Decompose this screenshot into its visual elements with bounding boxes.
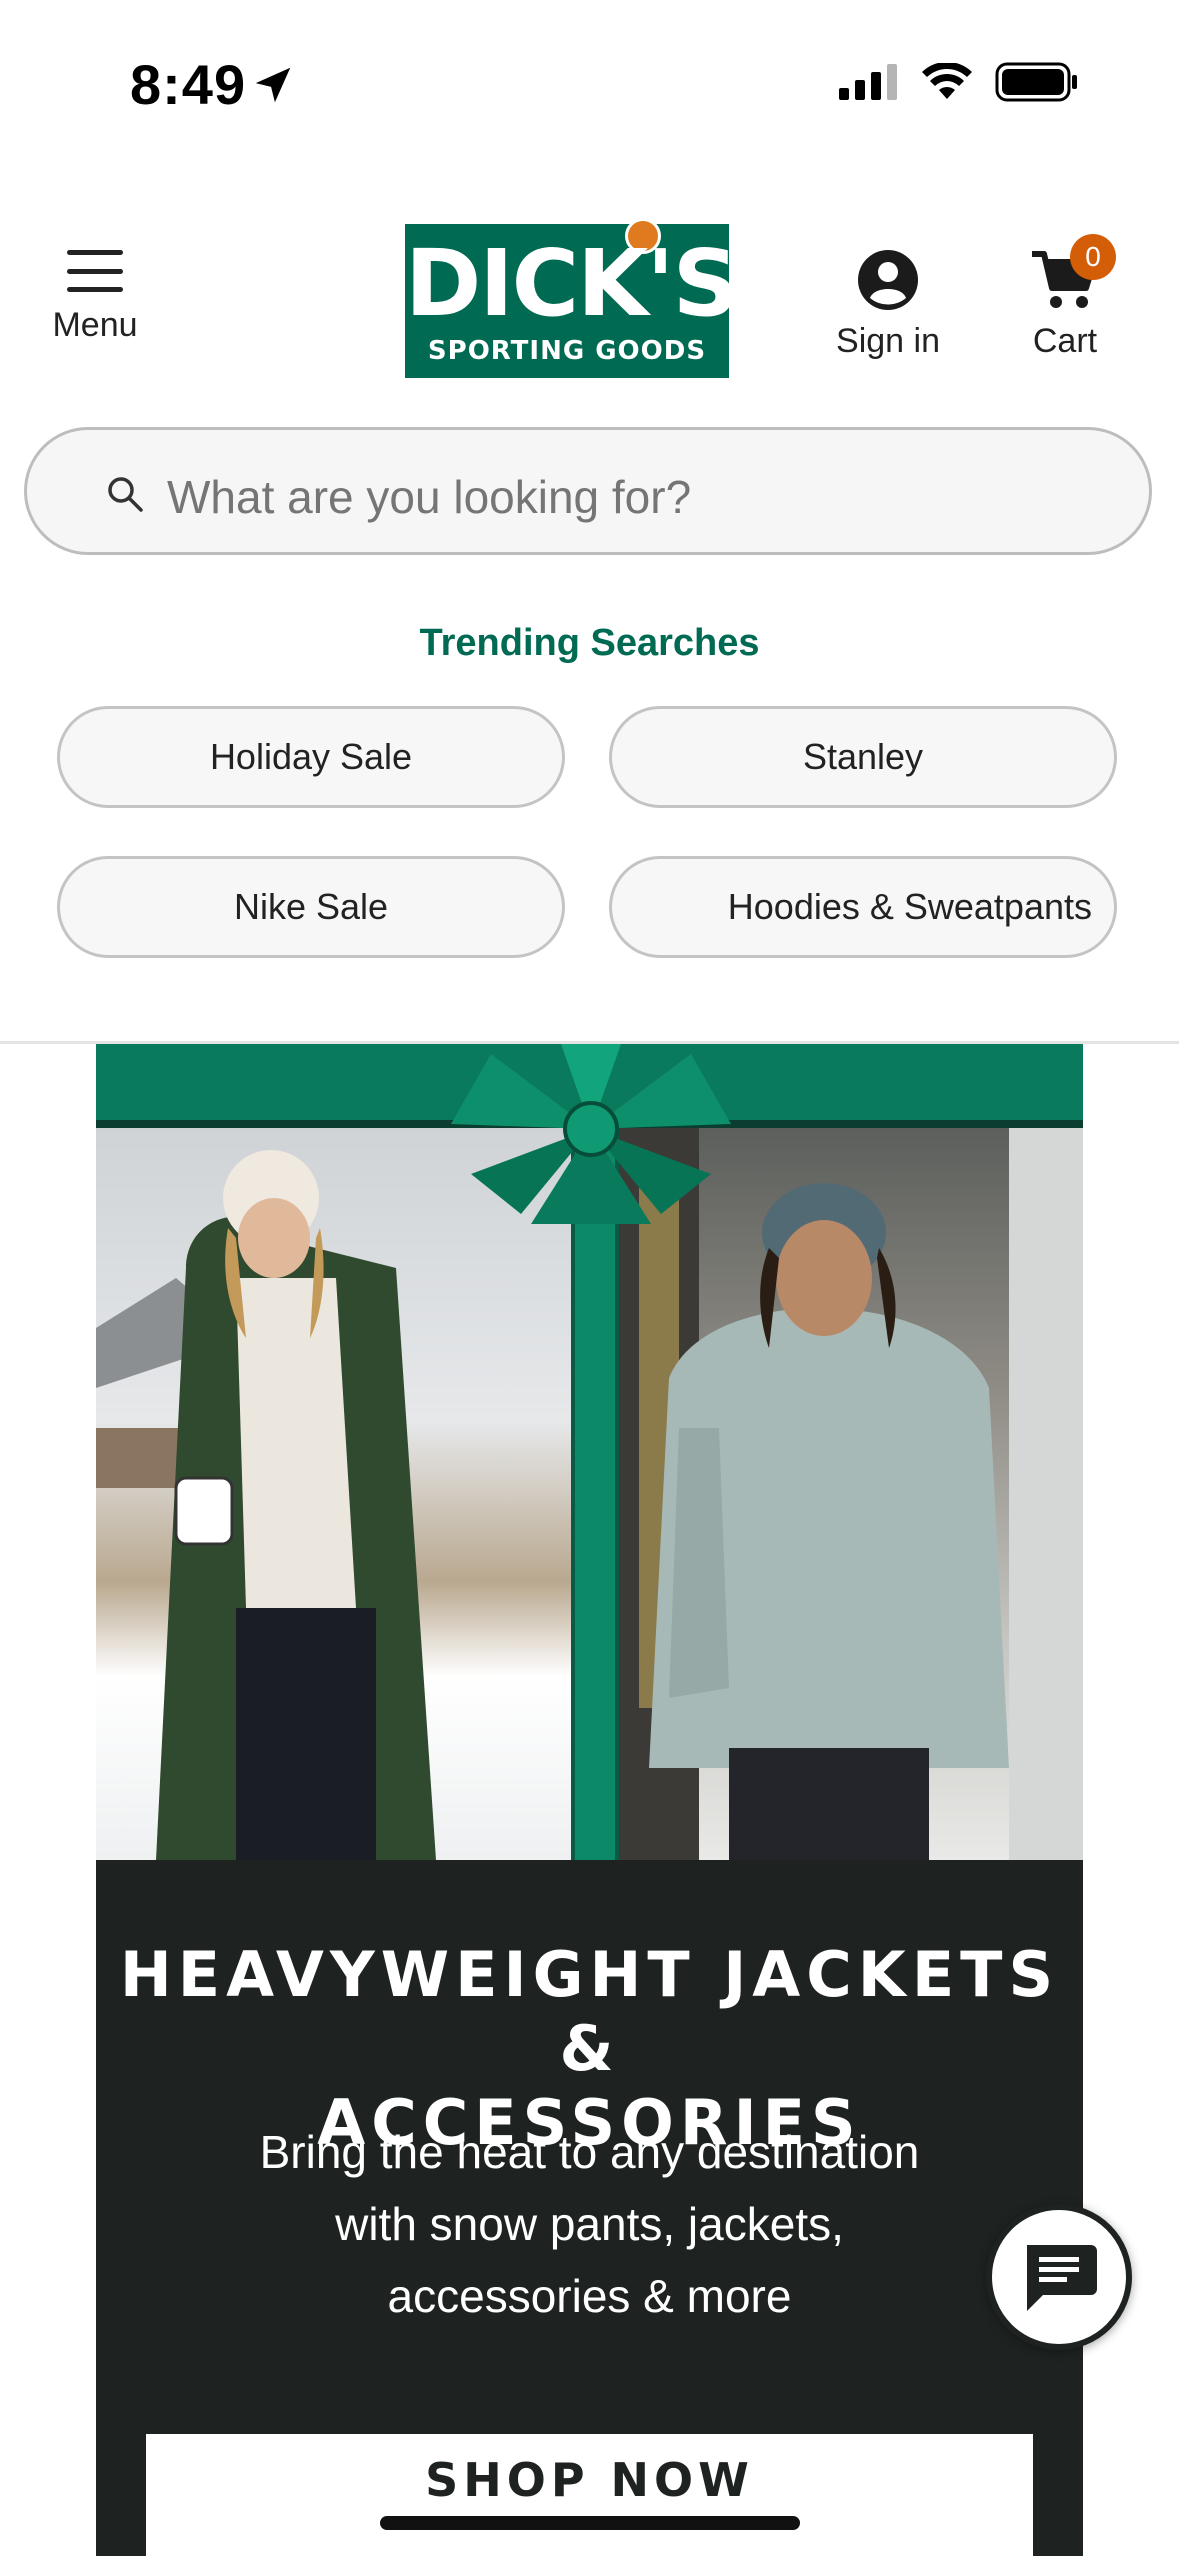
shop-now-button[interactable]: SHOP NOW — [146, 2434, 1033, 2556]
status-icons — [839, 62, 1079, 102]
account-icon — [858, 250, 918, 310]
cart-label: Cart — [1032, 322, 1098, 360]
promo-photo-man — [609, 1128, 1083, 1860]
search-placeholder: What are you looking for? — [167, 471, 692, 523]
search-icon — [108, 477, 143, 512]
hamburger-icon — [67, 250, 123, 292]
site-header: Menu DICK'S SPORTING GOODS Sign in 0 Car… — [0, 200, 1179, 410]
dicks-logo[interactable]: DICK'S SPORTING GOODS — [405, 218, 739, 378]
wifi-icon — [922, 63, 972, 99]
cellular-signal-icon — [839, 64, 897, 100]
battery-icon — [995, 62, 1077, 102]
sign-in-button[interactable]: Sign in — [818, 248, 958, 361]
cart-button[interactable]: 0 Cart — [1010, 234, 1120, 361]
promo-banner[interactable]: HEAVYWEIGHT JACKETS & ACCESSORIES Bring … — [96, 1044, 1083, 2556]
trending-chip[interactable]: Holiday Sale — [57, 706, 565, 808]
menu-button[interactable]: Menu — [40, 250, 150, 345]
status-bar: 8:49 — [0, 0, 1179, 150]
search-input[interactable]: What are you looking for? — [24, 427, 1152, 555]
status-time: 8:49 — [130, 53, 247, 116]
banner-subtext-line: accessories & more — [387, 2270, 792, 2322]
gift-ribbon — [571, 1120, 619, 1860]
promo-photo-woman — [96, 1128, 581, 1860]
banner-subtext-line: with snow pants, jackets, — [335, 2198, 844, 2250]
chat-button[interactable] — [986, 2204, 1132, 2350]
trending-chip[interactable]: Hoodies & Sweatpants — [609, 856, 1117, 958]
home-indicator[interactable] — [380, 2516, 800, 2530]
chat-bubble-icon — [1027, 2245, 1097, 2311]
logo-subtitle: SPORTING GOODS — [427, 336, 707, 366]
logo-wordmark: DICK'S — [405, 230, 739, 337]
trending-chip[interactable]: Stanley — [609, 706, 1117, 808]
sign-in-label: Sign in — [836, 322, 940, 360]
banner-subtext: Bring the heat to any destination with s… — [196, 2116, 983, 2332]
trending-searches-title: Trending Searches — [419, 622, 760, 664]
banner-subtext-line: Bring the heat to any destination — [259, 2126, 920, 2178]
trending-chip[interactable]: Nike Sale — [57, 856, 565, 958]
location-arrow-icon — [255, 67, 291, 103]
woman-in-parka-illustration — [96, 1150, 436, 1860]
gift-bow-icon — [451, 1044, 731, 1224]
man-in-puffer-illustration — [609, 1128, 1083, 1860]
cart-count-badge: 0 — [1070, 234, 1116, 280]
menu-label: Menu — [52, 306, 138, 344]
banner-headline-line: HEAVYWEIGHT JACKETS & — [119, 1938, 1060, 2085]
